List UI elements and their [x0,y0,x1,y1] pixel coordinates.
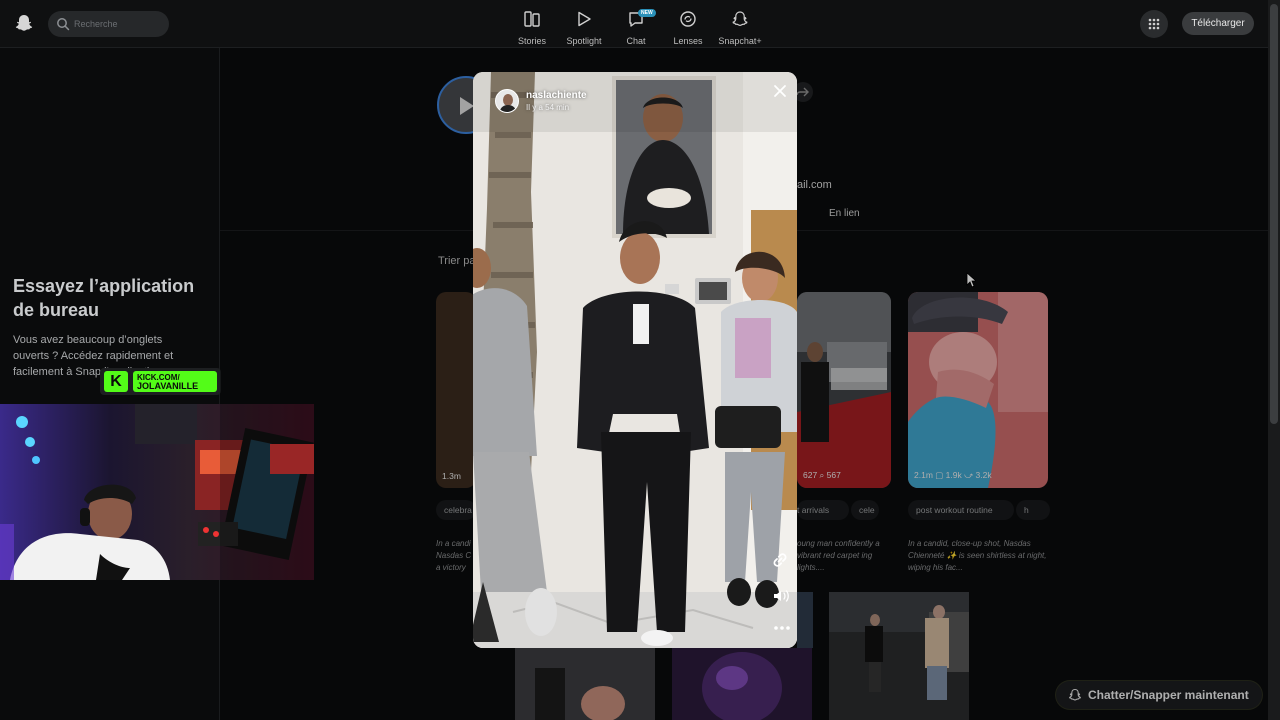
kick-logo-icon: K [104,371,128,392]
nav-spotlight-label: Spotlight [566,36,602,46]
nav-snapchat-plus-label: Snapchat+ [718,36,762,46]
nav-chat[interactable]: NEW Chat [610,8,662,46]
search-input[interactable] [74,15,162,33]
kick-channel-name: JOLAVANILLE [137,381,199,391]
nav-lenses[interactable]: Lenses [662,8,714,46]
close-icon[interactable] [771,82,789,100]
nav-spotlight[interactable]: Spotlight [558,8,610,46]
promo-title: Essayez l’application de bureau [13,276,195,320]
speaker-icon[interactable] [772,588,790,604]
download-button[interactable]: Télécharger [1182,12,1254,35]
story-timestamp: Il y a 54 min [526,103,570,112]
story-viewer[interactable]: naslachiente Il y a 54 min [473,72,797,648]
search-bar[interactable] [48,11,169,37]
play-icon [578,11,591,27]
search-icon [57,18,70,31]
kick-channel-box: KICK.COM/ JOLAVANILLE [133,371,217,392]
scrollbar-thumb[interactable] [1270,4,1278,424]
more-icon[interactable] [773,623,791,633]
link-icon[interactable] [770,550,790,570]
apps-button[interactable] [1140,10,1168,38]
story-photo [473,72,797,648]
lenses-icon [680,11,696,27]
story-username[interactable]: naslachiente [526,90,587,101]
nav-stories-label: Stories [517,36,546,46]
top-bar: Stories Spotlight NEW Chat Lenses [0,0,1268,48]
stories-icon [524,11,540,27]
kick-overlay: K KICK.COM/ JOLAVANILLE [100,368,221,395]
nav-lenses-label: Lenses [673,36,703,46]
nav-snapchat-plus[interactable]: Snapchat+ [714,8,766,46]
nav-stories[interactable]: Stories [506,8,558,46]
grid-icon [1148,18,1160,30]
page-scrollbar[interactable] [1268,0,1280,720]
story-avatar[interactable] [495,89,519,113]
snapchat-ghost-icon[interactable] [14,13,34,33]
main-nav: Stories Spotlight NEW Chat Lenses Snapch… [506,8,766,46]
nav-chat-label: Chat [626,36,646,46]
snapchat-plus-icon [732,11,748,27]
new-badge: NEW [638,9,656,17]
